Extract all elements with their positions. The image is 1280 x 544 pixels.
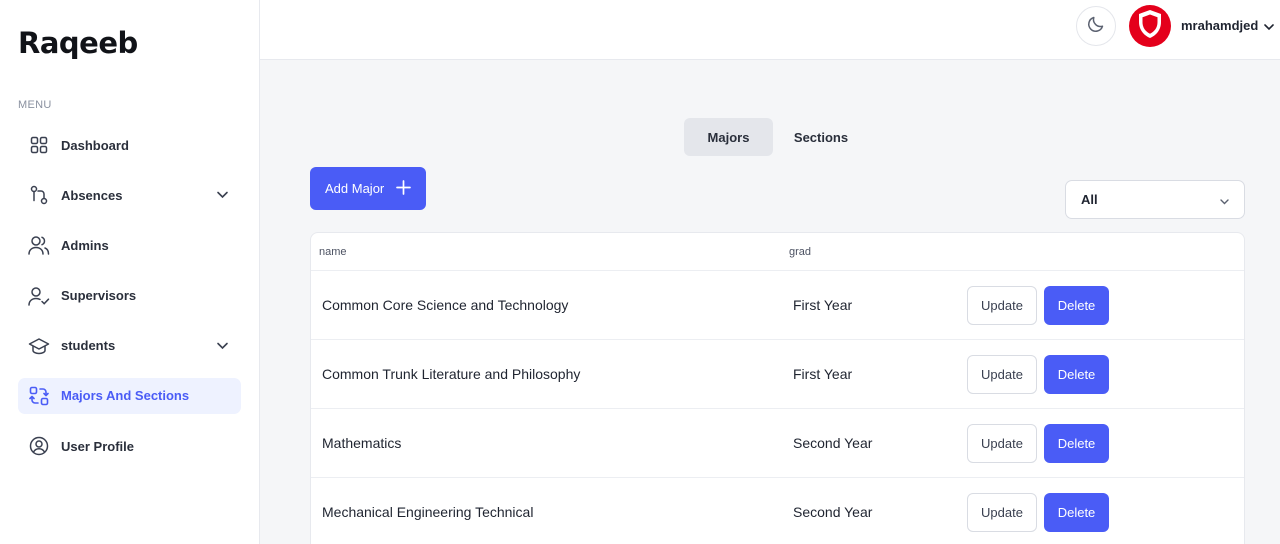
update-button[interactable]: Update	[967, 424, 1037, 463]
delete-button[interactable]: Delete	[1044, 286, 1109, 325]
sidebar-item-label: Majors And Sections	[61, 388, 190, 404]
sidebar-item-students[interactable]: students	[18, 328, 241, 364]
update-button[interactable]: Update	[967, 355, 1037, 394]
users-icon	[28, 234, 50, 256]
table-row: Common Trunk Literature and Philosophy F…	[311, 340, 1244, 409]
major-grad: First Year	[793, 297, 853, 313]
menu-label: MENU	[18, 99, 52, 111]
sidebar-item-label: students	[61, 338, 116, 354]
sidebar-nav: Dashboard Absences Admins Supervisors st…	[18, 127, 241, 478]
graduation-cap-icon	[28, 335, 50, 357]
delete-button[interactable]: Delete	[1044, 424, 1109, 463]
major-grad: Second Year	[793, 504, 873, 520]
table-row: Common Core Science and Technology First…	[311, 271, 1244, 340]
major-name: Mechanical Engineering Technical	[322, 504, 534, 520]
grade-filter-value: All	[1081, 192, 1098, 207]
tab-majors[interactable]: Majors	[684, 118, 773, 156]
major-grad: First Year	[793, 366, 853, 382]
sidebar-item-dashboard[interactable]: Dashboard	[18, 127, 241, 163]
sidebar-item-absences[interactable]: Absences	[18, 177, 241, 213]
arrows-swap-icon	[28, 385, 50, 407]
plus-icon	[396, 179, 412, 198]
delete-button[interactable]: Delete	[1044, 493, 1109, 532]
table-row: Mathematics Second Year Update Delete	[311, 409, 1244, 478]
app-logo[interactable]: Raqeeb	[18, 26, 138, 60]
sidebar-item-label: User Profile	[61, 438, 134, 454]
sidebar-item-label: Admins	[61, 237, 109, 253]
sidebar-item-label: Supervisors	[61, 288, 137, 304]
major-name: Mathematics	[322, 435, 402, 451]
chevron-down-icon[interactable]	[1263, 20, 1275, 38]
column-header-grad: grad	[789, 246, 812, 258]
route-icon	[28, 184, 50, 206]
chevron-down-icon[interactable]	[216, 339, 229, 357]
major-name: Common Core Science and Technology	[322, 297, 569, 313]
table-row: Mechanical Engineering Technical Second …	[311, 478, 1244, 544]
sidebar-item-user-profile[interactable]: User Profile	[18, 428, 241, 464]
avatar[interactable]	[1129, 5, 1171, 47]
sidebar-item-majors-and-sections[interactable]: Majors And Sections	[18, 377, 241, 414]
major-name: Common Trunk Literature and Philosophy	[322, 366, 581, 382]
chevron-down-icon[interactable]	[216, 188, 229, 206]
sidebar-item-label: Absences	[61, 187, 123, 203]
sidebar-item-admins[interactable]: Admins	[18, 227, 241, 263]
top-header: mrahamdjed	[260, 0, 1280, 60]
tab-sections[interactable]: Sections	[773, 118, 869, 156]
update-button[interactable]: Update	[967, 493, 1037, 532]
username[interactable]: mrahamdjed	[1181, 18, 1258, 33]
moon-icon	[1087, 15, 1105, 38]
update-button[interactable]: Update	[967, 286, 1037, 325]
theme-toggle-button[interactable]	[1076, 6, 1116, 46]
grade-filter-select[interactable]: All	[1065, 180, 1245, 219]
add-major-label: Add Major	[325, 181, 385, 196]
sidebar-item-label: Dashboard	[61, 137, 129, 153]
majors-table: name grad Common Core Science and Techno…	[310, 232, 1245, 544]
user-check-icon	[28, 285, 50, 307]
sidebar: Raqeeb MENU Dashboard Absences Admins Su…	[0, 0, 260, 544]
dashboard-icon	[28, 134, 50, 156]
column-header-name: name	[319, 246, 347, 258]
chevron-down-icon	[1219, 195, 1230, 210]
shield-icon	[1137, 9, 1163, 44]
major-grad: Second Year	[793, 435, 873, 451]
table-header: name grad	[311, 233, 1244, 271]
add-major-button[interactable]: Add Major	[310, 167, 426, 210]
sidebar-item-supervisors[interactable]: Supervisors	[18, 278, 241, 314]
user-circle-icon	[28, 435, 50, 457]
majors-sections-tabs: Majors Sections	[684, 118, 869, 156]
delete-button[interactable]: Delete	[1044, 355, 1109, 394]
